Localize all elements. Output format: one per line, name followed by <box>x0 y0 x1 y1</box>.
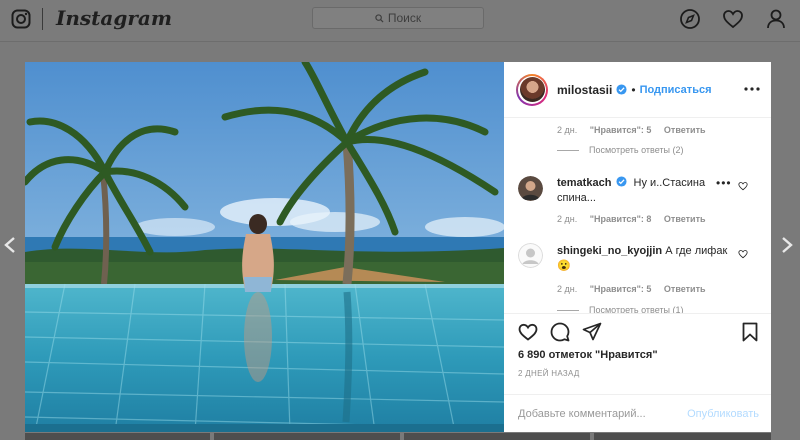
comment-meta: 2 дн. "Нравится": 8 Ответить <box>557 214 716 224</box>
nav-divider <box>42 8 43 30</box>
comment-meta: 2 дн. "Нравится": 5 Ответить <box>557 284 716 294</box>
verified-badge-icon <box>616 176 628 187</box>
feed-thumbnail <box>404 433 590 440</box>
save-bookmark-icon[interactable] <box>740 322 760 342</box>
explore-compass-icon[interactable] <box>679 8 701 30</box>
publish-button[interactable]: Опубликовать <box>687 408 759 420</box>
comment-like-heart-icon[interactable] <box>738 181 748 191</box>
feed-thumbnail <box>25 433 210 440</box>
comments-list[interactable]: 2 дн. "Нравится": 5 Ответить Посмотреть … <box>504 119 771 313</box>
add-comment-bar: Добавьте комментарий... Опубликовать <box>504 394 771 433</box>
comment-likes[interactable]: "Нравится": 5 <box>590 125 652 135</box>
comment-like-heart-icon[interactable] <box>738 249 748 259</box>
comment-time: 2 дн. <box>557 214 578 224</box>
heart-icon[interactable] <box>722 8 744 30</box>
comment-likes[interactable]: "Нравится": 5 <box>590 284 652 294</box>
next-post-arrow-icon[interactable] <box>780 236 794 254</box>
reply-button[interactable]: Ответить <box>664 284 706 294</box>
comment-likes[interactable]: "Нравится": 8 <box>590 214 652 224</box>
instagram-glyph-icon[interactable] <box>11 9 31 29</box>
profile-icon[interactable] <box>765 8 787 30</box>
posted-time[interactable]: 2 ДНЕЙ НАЗАД <box>518 369 580 378</box>
feed-thumbnail <box>214 433 400 440</box>
post-photo[interactable] <box>25 62 504 432</box>
instagram-wordmark[interactable]: Instagram <box>56 6 172 30</box>
top-nav: Instagram Поиск <box>0 0 800 42</box>
like-heart-icon[interactable] <box>518 322 538 342</box>
search-input[interactable]: Поиск <box>312 7 484 29</box>
comment-bubble-icon[interactable] <box>550 322 570 342</box>
feed-thumbnail <box>594 433 771 440</box>
view-replies-label: Посмотреть ответы (2) <box>589 145 684 155</box>
comment-avatar[interactable] <box>518 243 543 268</box>
comment-username[interactable]: tematkach <box>557 177 611 189</box>
comment-input[interactable]: Добавьте комментарий... <box>518 408 646 420</box>
previous-post-arrow-icon[interactable] <box>3 236 17 254</box>
likes-count[interactable]: 6 890 отметок "Нравится" <box>518 349 658 361</box>
author-avatar[interactable] <box>516 73 548 106</box>
reply-button[interactable]: Ответить <box>664 214 706 224</box>
author-username[interactable]: milostasii <box>557 83 612 97</box>
comment-meta: 2 дн. "Нравится": 5 Ответить <box>557 125 716 135</box>
view-replies-button[interactable]: Посмотреть ответы (2) <box>557 145 684 155</box>
post-side-panel: milostasii • Подписаться 2 дн. "Нравится… <box>504 62 771 432</box>
comment-time: 2 дн. <box>557 125 578 135</box>
verified-badge-icon <box>616 84 627 95</box>
comment-text: tematkach Ну и..Стасина спина... <box>557 176 732 206</box>
post-actions: 6 890 отметок "Нравится" 2 ДНЕЙ НАЗАД До… <box>504 313 771 433</box>
comment-text: shingeki_no_kyojjin А где лифак 😮 <box>557 244 732 274</box>
comment-avatar[interactable] <box>518 176 543 201</box>
search-icon <box>375 13 384 23</box>
comment-more-button[interactable]: ••• <box>716 176 732 190</box>
view-replies-label: Посмотреть ответы (1) <box>589 305 684 313</box>
view-replies-button[interactable]: Посмотреть ответы (1) <box>557 305 684 313</box>
comment-username[interactable]: shingeki_no_kyojjin <box>557 245 662 257</box>
header-separator: • <box>631 82 636 97</box>
post-header: milostasii • Подписаться <box>504 62 771 118</box>
follow-button[interactable]: Подписаться <box>640 84 712 96</box>
comment-time: 2 дн. <box>557 284 578 294</box>
search-placeholder: Поиск <box>387 11 422 25</box>
reply-button[interactable]: Ответить <box>664 125 706 135</box>
share-send-icon[interactable] <box>582 322 602 342</box>
more-options-icon[interactable] <box>743 80 761 98</box>
